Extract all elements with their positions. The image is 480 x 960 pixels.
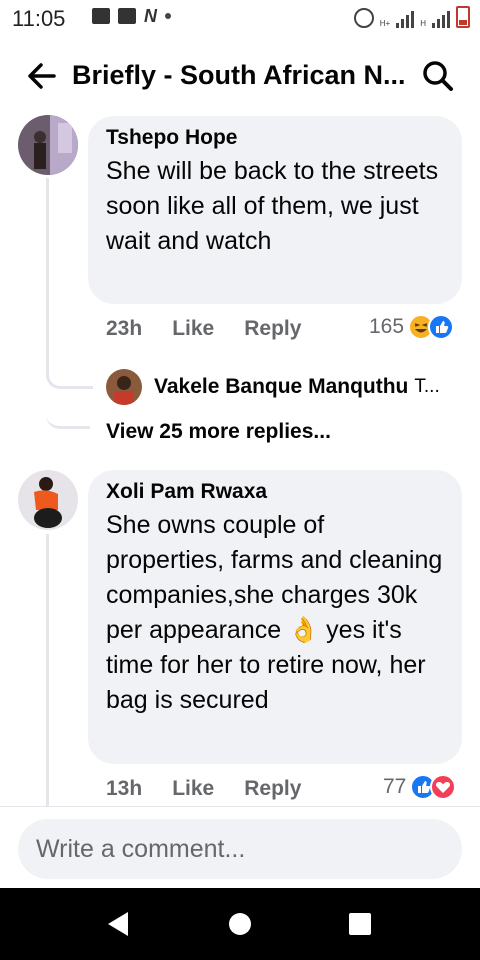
home-icon[interactable] <box>229 913 251 935</box>
comment-input[interactable]: Write a comment... <box>18 819 462 879</box>
network-tag: H+ <box>379 19 391 28</box>
ok-hand-emoji: 👌 <box>288 616 320 644</box>
status-left-icons: N <box>92 6 171 26</box>
reaction-count: 77 <box>383 775 407 798</box>
reply-avatar <box>106 369 142 405</box>
battery-icon <box>456 6 470 28</box>
comment-time: 23h <box>106 317 143 340</box>
view-more-replies-link[interactable]: View 25 more replies... <box>106 420 331 444</box>
alarm-icon <box>353 8 374 28</box>
comment-text: She will be back to the streets soon lik… <box>106 157 439 255</box>
status-bar: 11:05 N H+ H <box>0 0 480 36</box>
reaction-summary[interactable]: 165 <box>369 314 455 340</box>
love-reaction-icon <box>430 774 457 800</box>
comment-author[interactable]: Tshepo Hope <box>106 126 444 150</box>
search-icon <box>423 61 453 91</box>
recents-icon[interactable] <box>349 913 371 935</box>
signal-icon <box>432 10 450 28</box>
avatar-photo <box>18 115 78 175</box>
comment-bubble[interactable]: Xoli Pam Rwaxa She owns couple of proper… <box>88 470 462 764</box>
reply-button[interactable]: Reply <box>244 777 301 801</box>
reply-author[interactable]: Vakele Banque Manquthu <box>154 375 408 399</box>
like-button[interactable]: Like <box>172 317 214 341</box>
back-button[interactable] <box>24 58 60 94</box>
reply-snippet: T... <box>414 376 440 397</box>
network-tag: H <box>420 19 426 28</box>
reaction-summary[interactable]: 77 <box>383 774 457 800</box>
status-time: 11:05 <box>12 6 66 31</box>
thread-line <box>46 534 49 806</box>
image-icon <box>92 8 110 24</box>
like-reaction-icon <box>428 314 455 340</box>
n-icon: N <box>144 6 157 26</box>
app-header: Briefly - South African N... <box>0 48 480 104</box>
reply-preview[interactable]: Vakele Banque Manquthu T... <box>106 369 440 405</box>
comment-text: She owns couple of properties, farms and… <box>106 508 444 718</box>
comment-bubble[interactable]: Tshepo Hope She will be back to the stre… <box>88 116 462 304</box>
comment-author[interactable]: Xoli Pam Rwaxa <box>106 480 444 504</box>
avatar[interactable] <box>18 115 78 175</box>
reply-connector <box>46 370 93 389</box>
back-icon[interactable] <box>108 912 128 936</box>
news-icon <box>118 8 136 24</box>
comment-actions: 23h Like Reply <box>106 317 331 341</box>
reaction-count: 165 <box>369 315 405 338</box>
dot-icon <box>165 13 171 19</box>
comment-actions: 13h Like Reply <box>106 777 331 801</box>
system-nav-bar <box>0 888 480 960</box>
like-button[interactable]: Like <box>172 777 214 801</box>
status-right-icons: H+ H <box>353 6 470 28</box>
comment-time: 13h <box>106 777 143 800</box>
thread-line <box>46 178 49 378</box>
comment-composer: Write a comment... <box>0 806 480 889</box>
reply-button[interactable]: Reply <box>244 317 301 341</box>
avatar-photo <box>18 470 78 530</box>
search-button[interactable] <box>420 58 456 94</box>
avatar[interactable] <box>18 470 78 530</box>
arrow-left-icon <box>28 63 56 89</box>
signal-icon <box>396 10 415 28</box>
page-title: Briefly - South African N... <box>72 60 406 90</box>
more-replies-connector <box>46 410 90 429</box>
